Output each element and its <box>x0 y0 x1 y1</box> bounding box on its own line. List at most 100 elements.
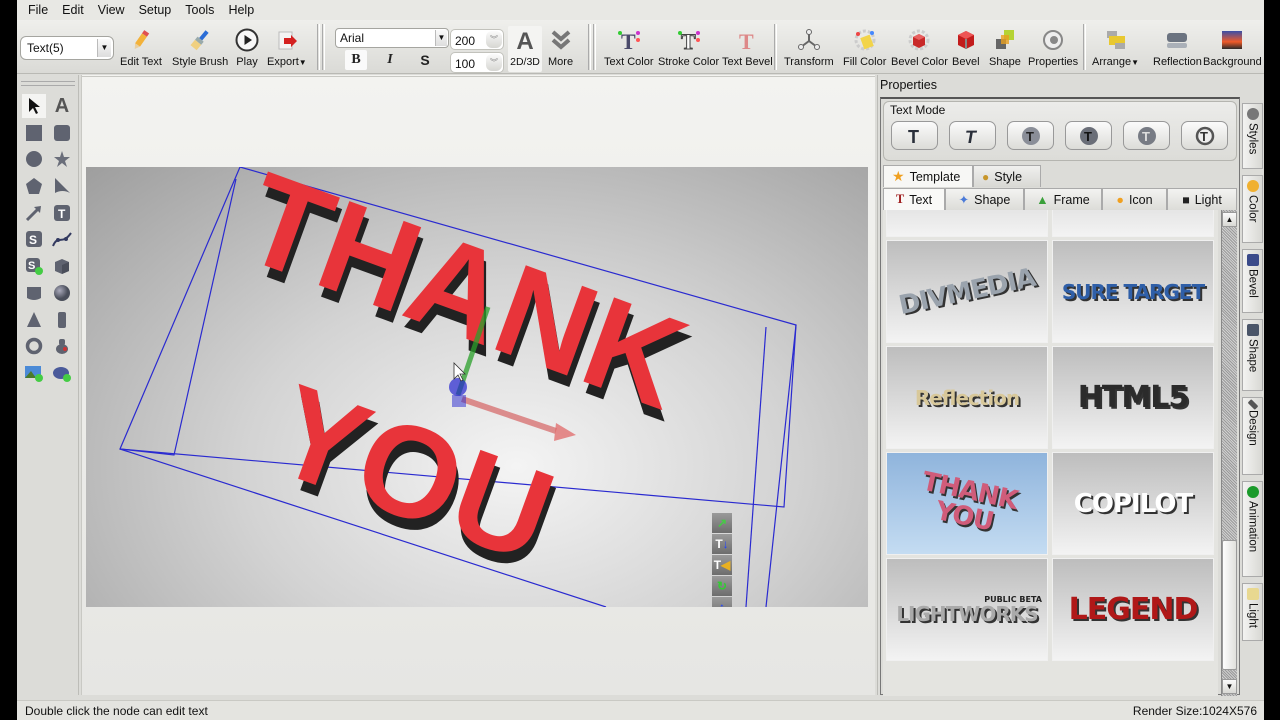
chevron-down-icon[interactable]: ▼ <box>435 30 447 46</box>
side-tab-animation[interactable]: Animation <box>1242 481 1263 577</box>
gizmo-center[interactable] <box>452 395 466 407</box>
edit-text-button[interactable]: Edit Text <box>120 26 162 72</box>
side-tab-bevel[interactable]: Bevel <box>1242 249 1263 313</box>
palette-grip[interactable] <box>21 81 75 86</box>
add-shape-icon[interactable]: S <box>22 254 46 278</box>
square-icon[interactable] <box>22 121 46 145</box>
tab-style[interactable]: ● Style <box>973 165 1041 187</box>
text-mode-round[interactable]: T <box>1007 121 1054 150</box>
background-button[interactable]: Background <box>1203 26 1262 72</box>
side-tab-light[interactable]: Light <box>1242 583 1263 641</box>
spinner-icon[interactable]: ︾ <box>486 54 502 71</box>
template-thumbnail[interactable]: HTML5 <box>1052 346 1214 449</box>
subtab-light[interactable]: ■ Light <box>1167 188 1237 210</box>
fill-color-button[interactable]: Fill Color <box>843 26 886 72</box>
star-icon[interactable] <box>50 147 74 171</box>
rotate-icon[interactable]: ↻ <box>712 576 732 596</box>
chevron-down-icon[interactable]: ▼ <box>97 39 111 57</box>
spinner-icon[interactable]: ︾ <box>486 31 502 48</box>
subtab-shape[interactable]: ✦ Shape <box>945 188 1024 210</box>
text-bevel-button[interactable]: T Text Bevel <box>722 26 773 72</box>
scroll-thumb[interactable] <box>1222 540 1237 670</box>
subtab-icon[interactable]: ● Icon <box>1102 188 1167 210</box>
pentagon-icon[interactable] <box>22 174 46 198</box>
bevel-button[interactable]: Bevel <box>952 26 980 72</box>
side-tab-styles[interactable]: Styles <box>1242 103 1263 169</box>
cylinder-icon[interactable] <box>50 308 74 332</box>
cylinder-cup-icon[interactable] <box>22 281 46 305</box>
select-arrow-icon[interactable] <box>22 94 46 118</box>
template-thumbnail[interactable]: THANK YOU <box>886 452 1048 555</box>
text-box-icon[interactable]: T <box>50 201 74 225</box>
menu-tools[interactable]: Tools <box>178 3 221 17</box>
template-thumbnail[interactable]: COPILOT <box>1052 452 1214 555</box>
template-thumbnail[interactable]: IRON MAN <box>1052 210 1214 237</box>
side-tab-color[interactable]: Color <box>1242 175 1263 243</box>
gizmo-z-handle[interactable] <box>449 378 467 396</box>
torus-icon[interactable] <box>22 334 46 358</box>
vase-icon[interactable] <box>50 334 74 358</box>
menu-edit[interactable]: Edit <box>55 3 91 17</box>
scroll-down-icon[interactable]: ▼ <box>1222 679 1237 694</box>
text-color-button[interactable]: T Text Color <box>604 26 654 72</box>
canvas-area[interactable]: THANK THANK YOU YOU ↗ T ↓ T ◀ ↻ ↕ <box>81 75 875 695</box>
side-tab-design[interactable]: Design <box>1242 397 1263 475</box>
text-mode-ring[interactable]: T <box>1181 121 1228 150</box>
bevel-color-button[interactable]: Bevel Color <box>891 26 948 72</box>
template-thumbnail[interactable]: Reflection <box>886 346 1048 449</box>
quarter-circle-icon[interactable] <box>50 174 74 198</box>
move-z-icon[interactable]: ↗ <box>712 513 732 533</box>
shape-s-icon[interactable]: S <box>22 227 46 251</box>
template-thumbnail[interactable]: VTIX XII <box>886 210 1048 237</box>
export-button[interactable]: Export▼ <box>267 26 307 72</box>
menu-help[interactable]: Help <box>221 3 261 17</box>
move-text-icon[interactable]: T ↓ <box>712 534 732 554</box>
font-select[interactable]: Arial ▼ <box>335 28 449 48</box>
shape-button[interactable]: Shape <box>989 26 1021 72</box>
tab-template[interactable]: ★ Template <box>883 165 973 187</box>
subtab-frame[interactable]: ▲ Frame <box>1024 188 1102 210</box>
transform-button[interactable]: Transform <box>784 26 834 72</box>
template-thumbnail[interactable]: PUBLIC BETA LIGHTWORKS <box>886 558 1048 661</box>
rounded-square-icon[interactable] <box>50 121 74 145</box>
add-model-icon[interactable] <box>50 361 74 385</box>
template-thumbnail[interactable]: SURE TARGET <box>1052 240 1214 343</box>
move-down-icon[interactable]: ↕ <box>712 597 732 607</box>
add-image-icon[interactable] <box>22 361 46 385</box>
scroll-up-icon[interactable]: ▲ <box>1222 212 1237 227</box>
template-scrollbar[interactable]: ▲ ▼ <box>1221 210 1237 696</box>
play-button[interactable]: Play <box>235 26 259 72</box>
text-a-icon[interactable]: A <box>50 94 74 118</box>
stroke-color-button[interactable]: T Stroke Color <box>658 26 719 72</box>
side-tab-shape[interactable]: Shape <box>1242 319 1263 391</box>
properties-button[interactable]: Properties <box>1028 26 1078 72</box>
text-mode-embossed[interactable]: T <box>1123 121 1170 150</box>
italic-button[interactable]: I <box>379 50 401 70</box>
cube-icon[interactable] <box>50 254 74 278</box>
more-button[interactable]: More <box>548 26 573 72</box>
arrange-button[interactable]: Arrange▼ <box>1092 26 1139 72</box>
template-thumbnail[interactable]: LEGEND <box>1052 558 1214 661</box>
arrow-icon[interactable] <box>22 201 46 225</box>
menu-file[interactable]: File <box>21 3 55 17</box>
reflection-button[interactable]: Reflection <box>1153 26 1202 72</box>
sphere-icon[interactable] <box>50 281 74 305</box>
3d-scene-viewport[interactable]: THANK THANK YOU YOU ↗ T ↓ T ◀ ↻ ↕ <box>86 167 868 607</box>
menu-view[interactable]: View <box>91 3 132 17</box>
object-select[interactable]: Text(5) ▼ <box>20 36 114 60</box>
text-mode-extruded[interactable]: T <box>949 121 996 150</box>
menu-setup[interactable]: Setup <box>132 3 179 17</box>
text-mode-sphere[interactable]: T <box>1065 121 1112 150</box>
bold-button[interactable]: B <box>345 50 367 70</box>
size-input-2[interactable]: 100 ︾ <box>450 52 504 73</box>
template-thumbnail[interactable]: DIVMEDIA <box>886 240 1048 343</box>
text-mode-flat[interactable]: T <box>891 121 938 150</box>
subtab-text[interactable]: T Text <box>883 188 945 210</box>
circle-icon[interactable] <box>22 147 46 171</box>
size-input-1[interactable]: 200 ︾ <box>450 29 504 50</box>
style-brush-button[interactable]: Style Brush <box>172 26 228 72</box>
path-curve-icon[interactable] <box>50 227 74 251</box>
cone-icon[interactable] <box>22 308 46 332</box>
shadow-button[interactable]: S <box>414 50 436 70</box>
rotate-text-icon[interactable]: T ◀ <box>712 555 732 575</box>
